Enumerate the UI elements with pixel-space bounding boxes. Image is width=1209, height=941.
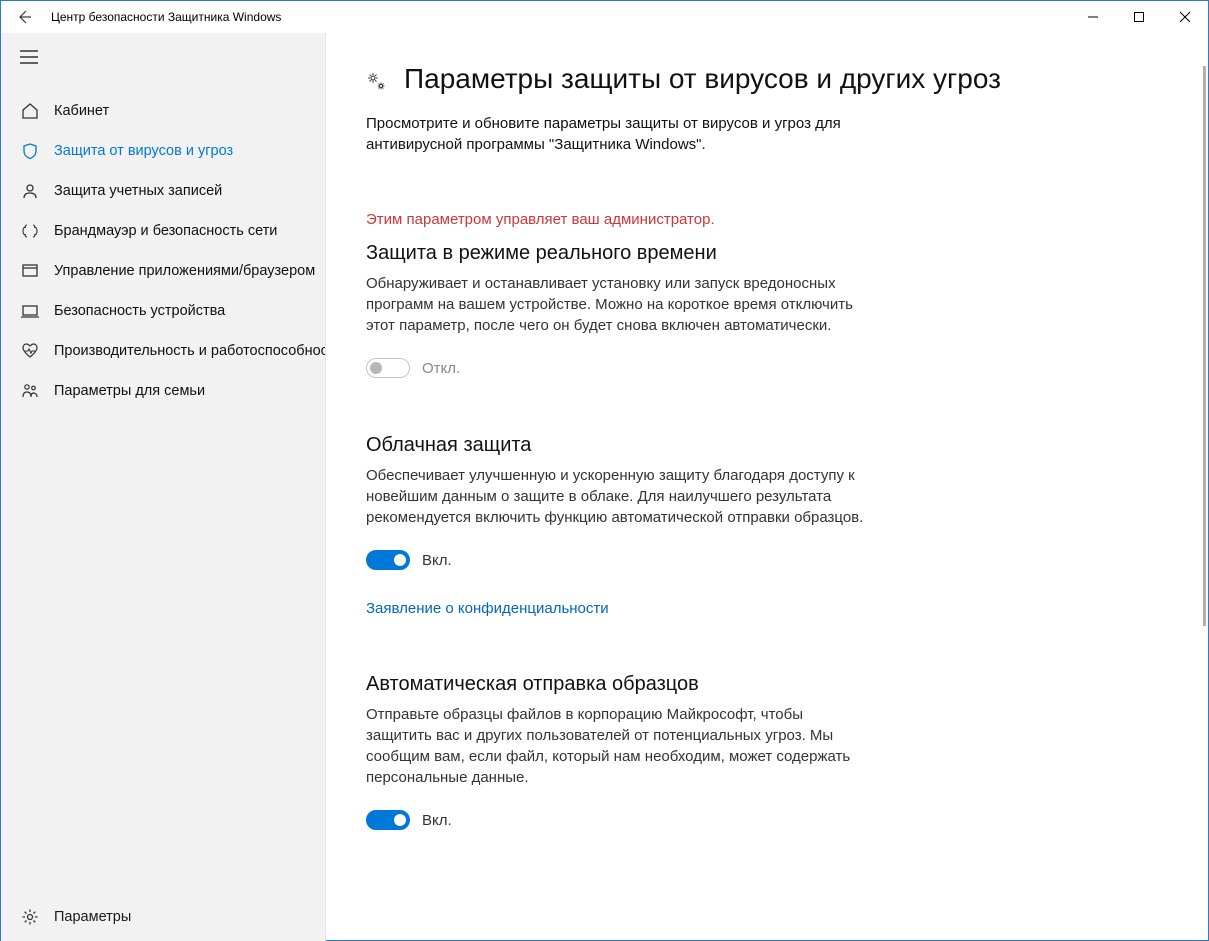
toggle-state-label: Вкл.: [422, 552, 452, 569]
sidebar-item-label: Брандмауэр и безопасность сети: [54, 223, 277, 239]
privacy-statement-link[interactable]: Заявление о конфиденциальности: [366, 600, 609, 617]
heart-icon: [20, 341, 40, 361]
maximize-button[interactable]: [1116, 1, 1162, 33]
section-title: Автоматическая отправка образцов: [366, 673, 866, 696]
admin-managed-note: Этим параметром управляет ваш администра…: [366, 211, 866, 228]
sidebar-item-label: Кабинет: [54, 103, 109, 119]
sidebar-item-firewall[interactable]: Брандмауэр и безопасность сети: [1, 211, 325, 251]
sidebar-item-label: Защита от вирусов и угроз: [54, 143, 233, 159]
hamburger-button[interactable]: [1, 33, 325, 81]
family-icon: [20, 381, 40, 401]
page-title: Параметры защиты от вирусов и других угр…: [404, 61, 1001, 97]
window-controls: [1070, 1, 1208, 33]
section-description: Обеспечивает улучшенную и ускоренную защ…: [366, 465, 866, 528]
section-realtime-protection: Этим параметром управляет ваш администра…: [366, 211, 866, 378]
main-content: Параметры защиты от вирусов и других угр…: [326, 33, 1208, 941]
realtime-protection-toggle: [366, 358, 410, 378]
cloud-protection-toggle[interactable]: [366, 550, 410, 570]
sidebar-footer-label: Параметры: [54, 909, 131, 925]
sidebar-item-device-security[interactable]: Безопасность устройства: [1, 291, 325, 331]
sidebar-item-label: Безопасность устройства: [54, 303, 225, 319]
home-icon: [20, 101, 40, 121]
sidebar-item-label: Защита учетных записей: [54, 183, 222, 199]
toggle-state-label: Вкл.: [422, 812, 452, 829]
shield-icon: [20, 141, 40, 161]
sidebar-item-label: Производительность и работоспособность: [54, 343, 325, 359]
close-button[interactable]: [1162, 1, 1208, 33]
gears-icon: [366, 61, 394, 97]
toggle-row: Откл.: [366, 358, 866, 378]
sidebar-item-settings[interactable]: Параметры: [1, 893, 325, 941]
gear-icon: [20, 907, 40, 927]
section-description: Отправьте образцы файлов в корпорацию Ма…: [366, 704, 866, 788]
section-title: Облачная защита: [366, 434, 866, 457]
sidebar-item-performance[interactable]: Производительность и работоспособность: [1, 331, 325, 371]
back-button[interactable]: [1, 1, 47, 33]
page-subtitle: Просмотрите и обновите параметры защиты …: [366, 113, 866, 155]
scrollbar-thumb[interactable]: [1203, 66, 1206, 626]
sidebar-item-app-browser[interactable]: Управление приложениями/браузером: [1, 251, 325, 291]
nav: Кабинет Защита от вирусов и угроз Защита…: [1, 81, 325, 411]
section-title: Защита в режиме реального времени: [366, 242, 866, 265]
section-sample-submission: Автоматическая отправка образцов Отправь…: [366, 673, 866, 830]
sample-submission-toggle[interactable]: [366, 810, 410, 830]
section-description: Обнаруживает и останавливает установку и…: [366, 273, 866, 336]
page-header: Параметры защиты от вирусов и других угр…: [366, 61, 1152, 97]
device-icon: [20, 301, 40, 321]
titlebar: Центр безопасности Защитника Windows: [1, 1, 1208, 33]
network-icon: [20, 221, 40, 241]
person-icon: [20, 181, 40, 201]
window-title: Центр безопасности Защитника Windows: [51, 10, 281, 24]
sidebar-item-family[interactable]: Параметры для семьи: [1, 371, 325, 411]
minimize-button[interactable]: [1070, 1, 1116, 33]
toggle-row: Вкл.: [366, 810, 866, 830]
app-browser-icon: [20, 261, 40, 281]
sidebar: Кабинет Защита от вирусов и угроз Защита…: [1, 33, 326, 941]
sidebar-item-label: Параметры для семьи: [54, 383, 205, 399]
sidebar-item-virus-protection[interactable]: Защита от вирусов и угроз: [1, 131, 325, 171]
section-cloud-protection: Облачная защита Обеспечивает улучшенную …: [366, 434, 866, 617]
sidebar-item-account-protection[interactable]: Защита учетных записей: [1, 171, 325, 211]
toggle-state-label: Откл.: [422, 360, 460, 377]
sidebar-item-label: Управление приложениями/браузером: [54, 263, 315, 279]
sidebar-item-home[interactable]: Кабинет: [1, 91, 325, 131]
toggle-row: Вкл.: [366, 550, 866, 570]
